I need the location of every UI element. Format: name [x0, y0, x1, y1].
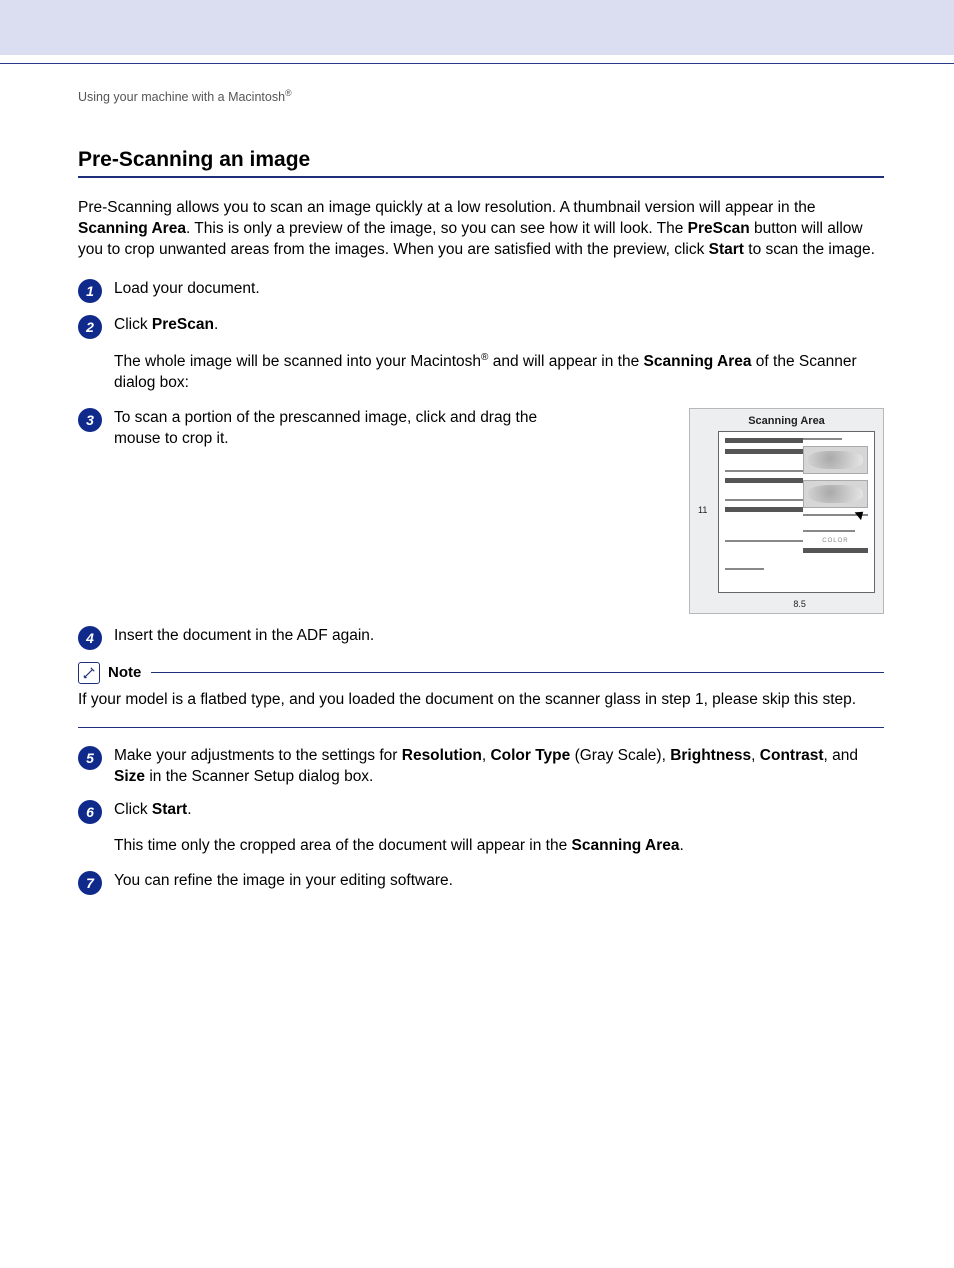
step-2-pre: Click [114, 316, 152, 333]
intro-b1: Scanning Area [78, 220, 186, 237]
step-7: 7 You can refine the image in your editi… [78, 871, 884, 895]
step-2-sub-bold: Scanning Area [644, 353, 752, 370]
step-1-text: Load your document. [114, 279, 884, 300]
intro-b2: PreScan [688, 220, 750, 237]
s6-post: . [187, 801, 191, 818]
intro-t2: . This is only a preview of the image, s… [186, 220, 688, 237]
s5-c4: , and [824, 747, 858, 764]
registered-mark: ® [285, 88, 292, 98]
scanning-area-title: Scanning Area [696, 415, 877, 427]
section-heading: Pre-Scanning an image [78, 148, 884, 172]
scanning-area-preview: COLOR [718, 431, 875, 593]
s6-sub-bold: Scanning Area [572, 837, 680, 854]
note-block: Note If your model is a flatbed type, an… [78, 662, 884, 711]
s6-pre: Click [114, 801, 152, 818]
note-title: Note [108, 664, 141, 681]
s5-c3: , [751, 747, 760, 764]
step-bullet-1: 1 [78, 279, 102, 303]
step-bullet-7: 7 [78, 871, 102, 895]
note-rule [151, 672, 884, 673]
preview-photo-2 [803, 480, 868, 508]
step-5-text: Make your adjustments to the settings fo… [114, 746, 884, 788]
s5-c2: (Gray Scale), [570, 747, 670, 764]
step-bullet-3: 3 [78, 408, 102, 432]
top-band [0, 0, 954, 55]
scanning-area-screenshot: Scanning Area 11 [689, 408, 884, 614]
ruler-v-label: 11 [698, 505, 707, 515]
heading-rule [78, 176, 884, 178]
step-2-text: Click PreScan. [114, 315, 884, 336]
step-1: 1 Load your document. [78, 279, 884, 303]
note-end-rule [78, 727, 884, 728]
s5-t1: Make your adjustments to the settings fo… [114, 747, 402, 764]
s6-sub-post: . [679, 837, 683, 854]
step-2: 2 Click PreScan. [78, 315, 884, 339]
note-icon [78, 662, 100, 684]
running-head: Using your machine with a Macintosh® [78, 88, 884, 104]
intro-t1: Pre-Scanning allows you to scan an image… [78, 199, 816, 216]
s5-b5: Size [114, 768, 145, 785]
intro-paragraph: Pre-Scanning allows you to scan an image… [78, 198, 884, 261]
preview-photo-1 [803, 446, 868, 474]
step-5: 5 Make your adjustments to the settings … [78, 746, 884, 788]
step-2-sub-a: The whole image will be scanned into you… [114, 353, 481, 370]
step-bullet-4: 4 [78, 626, 102, 650]
step-4-text: Insert the document in the ADF again. [114, 626, 884, 647]
step-3-row: 3 To scan a portion of the prescanned im… [78, 408, 884, 614]
step-2-sub-b: and will appear in the [488, 353, 643, 370]
intro-t4: to scan the image. [744, 241, 875, 258]
step-bullet-2: 2 [78, 315, 102, 339]
step-6-text: Click Start. [114, 800, 884, 821]
step-4: 4 Insert the document in the ADF again. [78, 626, 884, 650]
step-6: 6 Click Start. [78, 800, 884, 824]
s6-sub: This time only the cropped area of the d… [114, 837, 572, 854]
step-2-bold: PreScan [152, 316, 214, 333]
preview-left-column [725, 438, 803, 586]
running-head-text: Using your machine with a Macintosh [78, 90, 285, 104]
step-7-text: You can refine the image in your editing… [114, 871, 884, 892]
step-2-post: . [214, 316, 218, 333]
s5-b4: Contrast [760, 747, 824, 764]
s5-c5: in the Scanner Setup dialog box. [145, 768, 373, 785]
note-body: If your model is a flatbed type, and you… [78, 690, 884, 711]
note-head: Note [78, 662, 884, 684]
intro-b3: Start [709, 241, 744, 258]
s5-b3: Brightness [670, 747, 751, 764]
page-content: 7 Using your machine with a Macintosh® P… [0, 88, 954, 1268]
step-2-sub: The whole image will be scanned into you… [114, 351, 884, 394]
ruler-h-label: 8.5 [793, 599, 806, 609]
top-rule [0, 63, 954, 64]
preview-color-label: COLOR [803, 538, 868, 544]
ruler-horizontal: 8.5 [718, 595, 875, 607]
s6-bold: Start [152, 801, 187, 818]
step-3-text: To scan a portion of the prescanned imag… [114, 408, 574, 450]
step-6-sub: This time only the cropped area of the d… [114, 836, 884, 857]
ruler-vertical: 11 [704, 431, 716, 593]
step-bullet-6: 6 [78, 800, 102, 824]
s5-b1: Resolution [402, 747, 482, 764]
step-bullet-5: 5 [78, 746, 102, 770]
s5-b2: Color Type [490, 747, 570, 764]
